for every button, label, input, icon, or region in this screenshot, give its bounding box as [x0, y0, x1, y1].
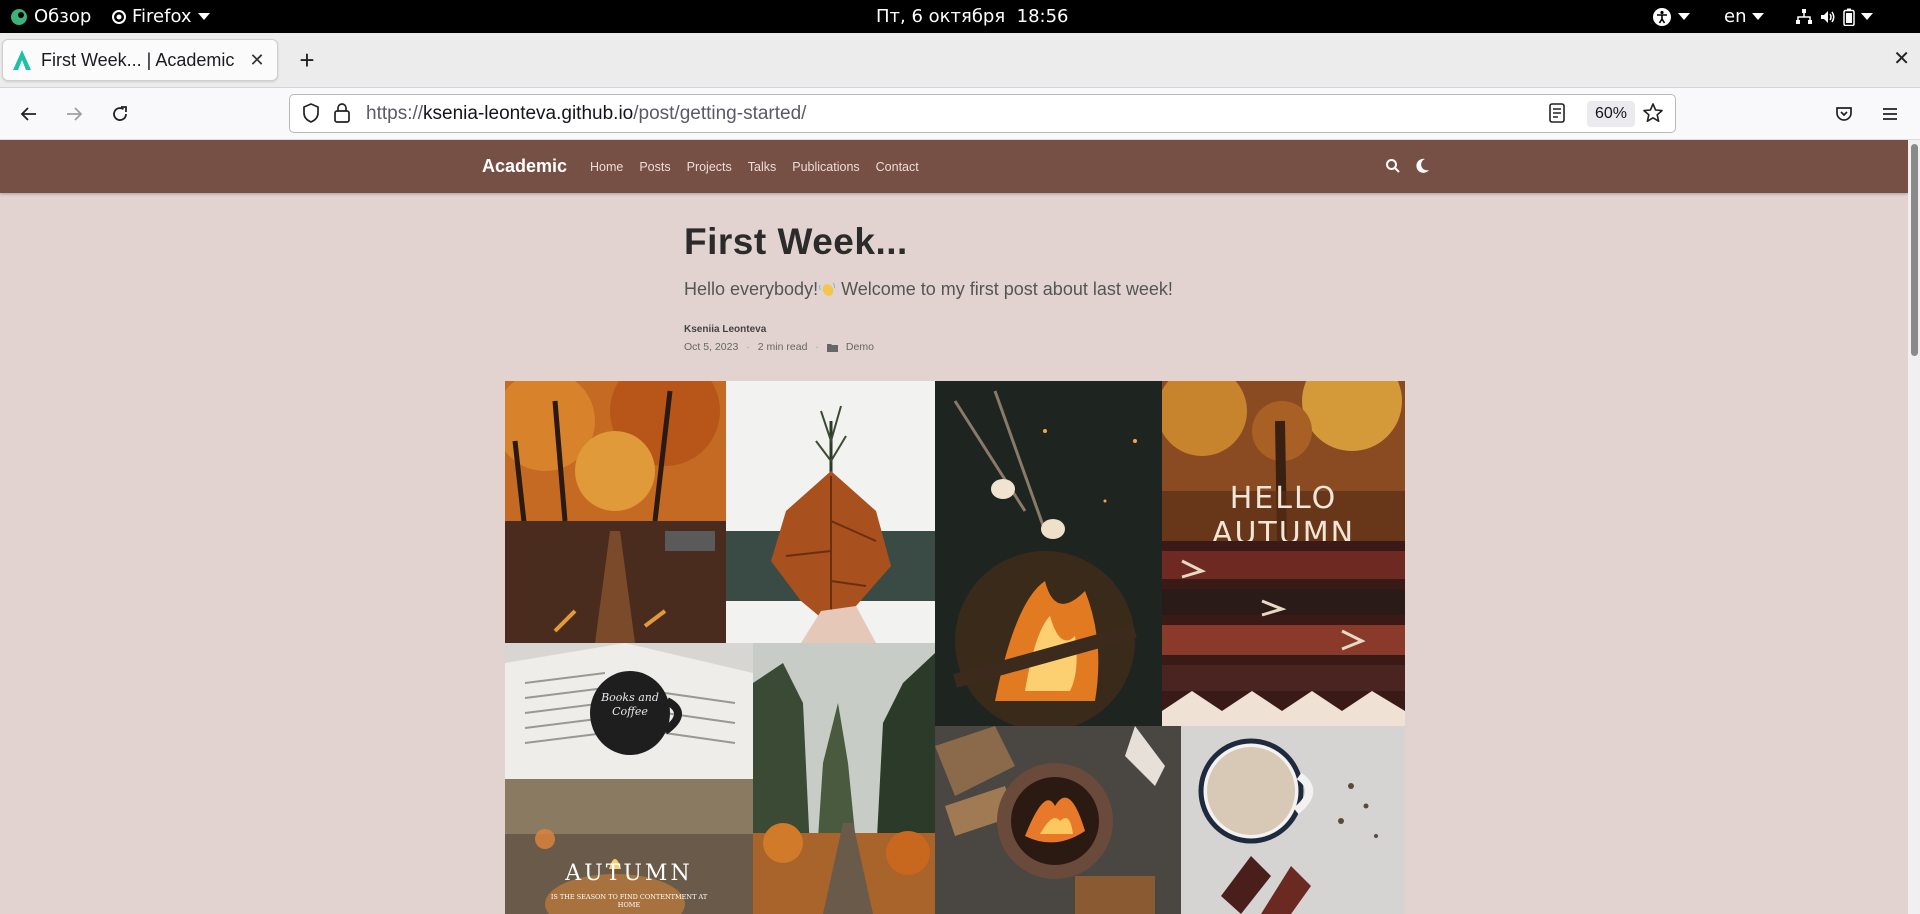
activities-button[interactable]: Обзор — [10, 0, 91, 33]
tab-active[interactable]: First Week... | Academic ✕ — [2, 39, 278, 81]
network-icon — [1796, 8, 1812, 24]
nav-link-projects[interactable]: Projects — [687, 160, 732, 174]
new-tab-button[interactable]: + — [292, 45, 322, 75]
language-menu[interactable]: en — [1724, 0, 1765, 33]
mug-text: Books and Coffee — [601, 691, 659, 718]
pocket-icon — [1836, 107, 1852, 121]
photo-leaf-in-hand — [726, 381, 935, 643]
reader-view-icon[interactable] — [1548, 103, 1566, 123]
volume-icon — [1821, 10, 1835, 23]
chevron-down-icon — [1678, 13, 1690, 20]
url-host: ksenia-leonteva.github.io — [423, 103, 634, 124]
nav-link-publications[interactable]: Publications — [792, 160, 859, 174]
photo-hello-autumn: HELLO AUTUMN — [1162, 381, 1405, 541]
navigation-toolbar: https://ksenia-leonteva.github.io/post/g… — [0, 88, 1920, 140]
photo-autumn-street — [505, 381, 726, 643]
arrow-right-icon — [67, 107, 83, 121]
photo-autumn-candle: AUTUMN IS THE SEASON TO FIND CONTENTMENT… — [505, 779, 753, 914]
waving-hand-emoji-icon — [819, 282, 836, 296]
site-brand[interactable]: Academic — [482, 140, 567, 193]
hamburger-menu-icon — [1883, 108, 1897, 120]
tab-title: First Week... | Academic — [41, 49, 235, 70]
app-menu-label: Firefox — [132, 6, 192, 27]
pocket-button[interactable] — [1828, 98, 1860, 130]
nav-link-home[interactable]: Home — [590, 160, 623, 174]
url-text[interactable]: https://ksenia-leonteva.github.io/post/g… — [366, 95, 806, 132]
photo-campfire-marshmallows — [935, 381, 1162, 726]
reload-button[interactable] — [104, 98, 136, 130]
clock-label: Пт, 6 октября 18:56 — [876, 6, 1069, 27]
autumn-word-text: AUTUMN — [565, 861, 693, 886]
app-menu-button[interactable] — [1874, 98, 1906, 130]
firefox-icon — [112, 9, 126, 24]
autumn-small-text: IS THE SEASON TO FIND CONTENTMENT AT HOM… — [550, 893, 708, 909]
chevron-down-icon — [1861, 13, 1873, 20]
photo-books-and-coffee: Books and Coffee — [505, 643, 753, 779]
app-menu-button[interactable]: Firefox — [112, 0, 210, 33]
url-scheme: https:// — [366, 103, 424, 124]
system-top-bar: Обзор Firefox Пт, 6 октября 18:56 en — [0, 0, 1920, 33]
hello-autumn-text: HELLO AUTUMN — [1211, 481, 1356, 541]
lock-icon[interactable] — [332, 102, 352, 124]
photo-cocoa-mug — [1181, 726, 1405, 914]
article-author[interactable]: Kseniia Leonteva — [684, 324, 766, 335]
subtitle-part-2: Welcome to my first post about last week… — [836, 279, 1173, 299]
activities-label: Обзор — [34, 6, 92, 27]
article-read-time: 2 min read — [757, 341, 808, 353]
article-subtitle: Hello everybody! Welcome to my first pos… — [684, 279, 1173, 300]
clock[interactable]: Пт, 6 октября 18:56 — [876, 0, 1069, 33]
photo-fire-pit-logs — [935, 726, 1181, 914]
battery-icon — [1843, 8, 1855, 26]
article-category[interactable]: Demo — [846, 341, 874, 353]
accessibility-menu[interactable] — [1652, 0, 1690, 33]
photo-forest-path — [753, 643, 935, 914]
page-scrollbar-thumb[interactable] — [1911, 144, 1918, 356]
article-meta: Oct 5, 2023 · 2 min read · Demo — [684, 341, 874, 353]
url-path: /post/getting-started/ — [633, 103, 807, 124]
close-window-button[interactable]: ✕ — [1893, 46, 1910, 71]
article-title: First Week... — [684, 221, 908, 262]
web-page: Academic Home Posts Projects Talks Publi… — [0, 140, 1908, 914]
autumn-photo-collage: HELLO AUTUMN Books and Coffee AUTUMN IS … — [505, 381, 1405, 914]
subtitle-part-1: Hello everybody! — [684, 279, 819, 299]
accessibility-icon — [1653, 7, 1671, 26]
nav-link-contact[interactable]: Contact — [876, 160, 919, 174]
article-date: Oct 5, 2023 — [684, 341, 739, 353]
close-tab-icon[interactable]: ✕ — [247, 50, 267, 71]
system-menu[interactable] — [1795, 0, 1873, 33]
meta-separator: · — [746, 341, 750, 353]
dark-mode-moon-icon[interactable] — [1416, 158, 1430, 174]
nav-link-talks[interactable]: Talks — [748, 160, 776, 174]
site-nav-links: Home Posts Projects Talks Publications C… — [590, 140, 919, 193]
zoom-level-button[interactable]: 60% — [1587, 101, 1636, 127]
search-icon[interactable] — [1385, 158, 1401, 174]
arrow-left-icon — [20, 107, 36, 121]
site-navbar: Academic Home Posts Projects Talks Publi… — [0, 140, 1908, 193]
academic-favicon-icon — [13, 50, 31, 70]
chevron-down-icon — [197, 13, 210, 20]
forward-button[interactable] — [58, 98, 90, 130]
meta-separator: · — [815, 341, 819, 353]
folder-icon — [826, 343, 838, 352]
gnome-logo-icon — [11, 8, 27, 25]
chevron-down-icon — [1752, 13, 1765, 20]
reload-icon — [113, 106, 127, 121]
url-bar[interactable]: https://ksenia-leonteva.github.io/post/g… — [289, 94, 1676, 133]
tracking-shield-icon[interactable] — [300, 102, 322, 124]
back-button[interactable] — [13, 98, 45, 130]
nav-link-posts[interactable]: Posts — [639, 160, 670, 174]
bookmark-star-icon[interactable] — [1642, 102, 1664, 124]
tab-strip: First Week... | Academic ✕ + ✕ — [0, 33, 1920, 88]
language-label: en — [1724, 6, 1747, 27]
photo-patterned-blankets — [1162, 541, 1405, 726]
